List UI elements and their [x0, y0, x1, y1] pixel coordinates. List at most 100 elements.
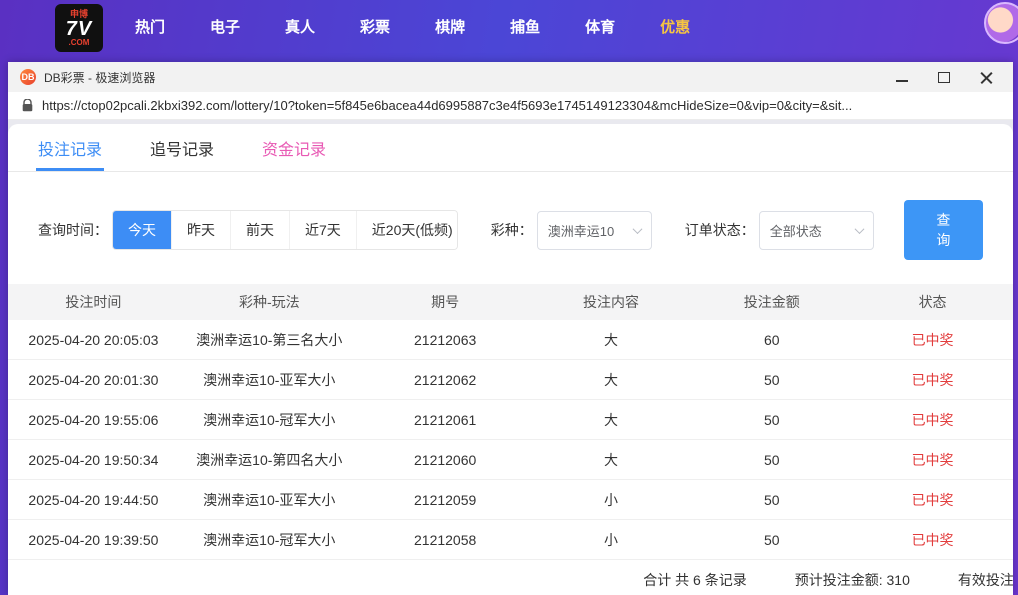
order-status-value: 全部状态: [769, 223, 822, 239]
col-header-period: 期号: [431, 294, 460, 310]
col-header-lottery-play: 彩种-玩法: [238, 294, 300, 310]
table-row: 2025-04-20 19:50:34 澳洲幸运10-第四名大小 2121206…: [8, 440, 1013, 480]
period-number: 21212059: [414, 491, 477, 508]
period-number: 21212062: [414, 371, 477, 388]
bet-time: 2025-04-20 19:44:50: [28, 491, 159, 508]
lock-icon: [22, 99, 33, 112]
bet-time: 2025-04-20 19:50:34: [28, 451, 159, 468]
nav-item-promo[interactable]: 优惠: [660, 16, 690, 37]
col-header-bet-time: 投注时间: [65, 294, 122, 310]
status-badge: 已中奖: [911, 491, 954, 508]
table-row: 2025-04-20 20:01:30 澳洲幸运10-亚军大小 21212062…: [8, 360, 1013, 400]
lottery-panel: 投注记录 追号记录 资金记录 查询时间： 今天 昨天 前天 近7天 近20天(低…: [8, 124, 1013, 595]
period-number: 21212061: [414, 411, 477, 428]
status-badge: 已中奖: [911, 411, 954, 428]
bet-content: 小: [603, 531, 618, 548]
time-range-segment: 今天 昨天 前天 近7天 近20天(低频): [112, 210, 458, 250]
col-header-bet-content: 投注内容: [582, 294, 639, 310]
bet-time: 2025-04-20 20:05:03: [28, 331, 159, 348]
nav-item-hot[interactable]: 热门: [135, 16, 165, 37]
bet-amount: 50: [763, 491, 780, 508]
bet-amount: 60: [763, 331, 780, 348]
logo-main-text: 7V: [65, 17, 93, 40]
address-bar[interactable]: https://ctop02pcali.2kbxi392.com/lottery…: [8, 92, 1013, 120]
maximize-icon[interactable]: [937, 71, 951, 84]
logo-suffix-text: .COM: [68, 37, 90, 47]
table-row: 2025-04-20 19:39:50 澳洲幸运10-冠军大小 21212058…: [8, 520, 1013, 560]
bet-time: 2025-04-20 19:39:50: [28, 531, 159, 548]
window-controls: [895, 71, 1003, 84]
period-number: 21212063: [414, 331, 477, 348]
bet-content: 小: [603, 491, 618, 508]
bet-content: 大: [603, 451, 618, 468]
tab-chase-records[interactable]: 追号记录: [150, 124, 214, 171]
page-background: 投注记录 追号记录 资金记录 查询时间： 今天 昨天 前天 近7天 近20天(低…: [8, 120, 1013, 595]
col-header-bet-amount: 投注金额: [743, 294, 800, 310]
site-logo[interactable]: 申博 7V .COM: [55, 4, 103, 52]
nav-item-sports[interactable]: 体育: [585, 16, 615, 37]
url-text[interactable]: https://ctop02pcali.2kbxi392.com/lottery…: [42, 98, 852, 113]
bet-content: 大: [603, 411, 618, 428]
nav-item-live[interactable]: 真人: [285, 16, 315, 37]
minimize-icon[interactable]: [895, 71, 909, 84]
bet-time: 2025-04-20 20:01:30: [28, 371, 159, 388]
nav-item-fishing[interactable]: 捕鱼: [510, 16, 540, 37]
lottery-filter-label: 彩种：: [490, 222, 533, 238]
lottery-select[interactable]: 澳洲幸运10: [536, 210, 652, 250]
bet-amount: 50: [763, 451, 780, 468]
bet-amount: 50: [763, 411, 780, 428]
bet-time: 2025-04-20 19:55:06: [28, 411, 159, 428]
table-row: 2025-04-20 19:44:50 澳洲幸运10-亚军大小 21212059…: [8, 480, 1013, 520]
browser-titlebar: DB DB彩票 - 极速浏览器: [8, 62, 1013, 92]
lottery-play: 澳洲幸运10-第三名大小: [196, 331, 343, 348]
order-status-select[interactable]: 全部状态: [758, 210, 874, 250]
tab-bet-records[interactable]: 投注记录: [35, 124, 105, 171]
summary-total: 合计 共 6 条记录: [643, 571, 747, 588]
bet-content: 大: [603, 371, 618, 388]
tab-fund-records[interactable]: 资金记录: [262, 124, 326, 171]
bet-content: 大: [603, 331, 618, 348]
window-title: DB彩票 - 极速浏览器: [44, 70, 156, 85]
lottery-play: 澳洲幸运10-冠军大小: [203, 531, 336, 548]
period-number: 21212058: [414, 531, 477, 548]
status-badge: 已中奖: [911, 331, 954, 348]
lottery-play: 澳洲幸运10-亚军大小: [203, 371, 336, 388]
browser-favicon-icon: DB: [20, 69, 36, 85]
site-header: 申博 7V .COM 热门 电子 真人 彩票 棋牌 捕鱼 体育 优惠: [0, 0, 1018, 62]
time-option-20days[interactable]: 近20天(低频): [355, 211, 457, 249]
summary-valid-amount: 有效投注金额: 310: [957, 571, 1013, 588]
lottery-play: 澳洲幸运10-亚军大小: [203, 491, 336, 508]
lottery-select-value: 澳洲幸运10: [547, 223, 615, 239]
status-badge: 已中奖: [911, 531, 954, 548]
period-number: 21212060: [414, 451, 477, 468]
chevron-down-icon: [854, 223, 865, 234]
col-header-status: 状态: [918, 294, 947, 310]
table-row: 2025-04-20 20:05:03 澳洲幸运10-第三名大小 2121206…: [8, 320, 1013, 360]
site-nav: 热门 电子 真人 彩票 棋牌 捕鱼 体育 优惠: [135, 4, 690, 48]
lottery-play: 澳洲幸运10-冠军大小: [203, 411, 336, 428]
table-row: 2025-04-20 19:55:06 澳洲幸运10-冠军大小 21212061…: [8, 400, 1013, 440]
time-option-today[interactable]: 今天: [113, 211, 171, 249]
nav-item-lottery[interactable]: 彩票: [360, 16, 390, 37]
record-tabs: 投注记录 追号记录 资金记录: [8, 124, 1013, 172]
table-header: 投注时间 彩种-玩法 期号 投注内容 投注金额 状态: [8, 284, 1013, 320]
search-button[interactable]: 查询: [903, 200, 983, 260]
close-icon[interactable]: [979, 71, 993, 84]
chevron-down-icon: [632, 223, 643, 234]
time-option-daybefore[interactable]: 前天: [230, 211, 289, 249]
time-option-yesterday[interactable]: 昨天: [171, 211, 230, 249]
status-badge: 已中奖: [911, 371, 954, 388]
user-avatar[interactable]: [984, 2, 1018, 44]
summary-expected-amount: 预计投注金额: 310: [794, 571, 910, 588]
browser-window: DB DB彩票 - 极速浏览器 https://ctop02pcali.2kbx…: [8, 62, 1013, 595]
time-option-7days[interactable]: 近7天: [289, 211, 356, 249]
lottery-play: 澳洲幸运10-第四名大小: [196, 451, 343, 468]
bet-amount: 50: [763, 371, 780, 388]
time-filter-label: 查询时间：: [38, 222, 108, 238]
summary-bar: 合计 共 6 条记录 预计投注金额: 310 有效投注金额: 310: [8, 560, 1013, 595]
nav-item-slots[interactable]: 电子: [210, 16, 240, 37]
status-filter-label: 订单状态：: [684, 222, 755, 238]
status-badge: 已中奖: [911, 451, 954, 468]
filter-bar: 查询时间： 今天 昨天 前天 近7天 近20天(低频) 彩种： 澳洲幸运10 订…: [8, 172, 1013, 284]
nav-item-cards[interactable]: 棋牌: [435, 16, 465, 37]
